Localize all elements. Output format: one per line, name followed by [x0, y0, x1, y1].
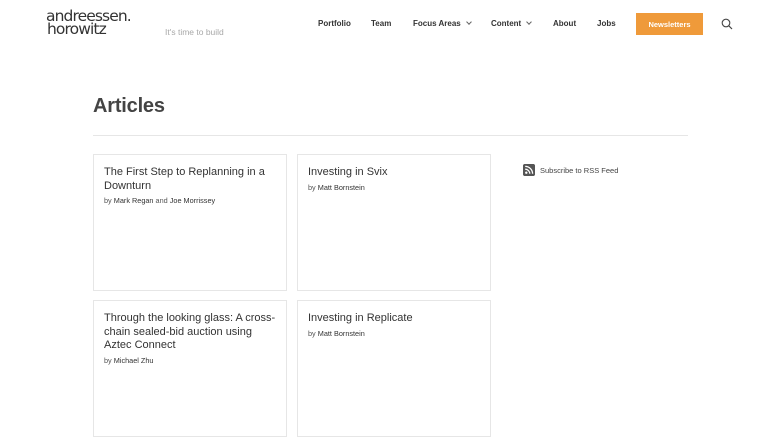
article-card[interactable]: Through the looking glass: A cross-chain…: [93, 300, 287, 437]
nav-jobs[interactable]: Jobs: [597, 19, 616, 28]
nav-label: About: [553, 19, 577, 28]
article-byline: by Matt Bornstein: [308, 329, 480, 338]
chevron-down-icon: [526, 19, 533, 25]
author-link[interactable]: Joe Morrissey: [170, 196, 215, 205]
by-label: by: [308, 328, 316, 338]
article-card[interactable]: Investing in Svix by Matt Bornstein: [297, 154, 491, 291]
nav-label: Jobs: [597, 19, 616, 28]
nav-content[interactable]: Content: [491, 19, 533, 28]
article-byline: by Matt Bornstein: [308, 183, 480, 192]
by-label: by: [104, 196, 112, 205]
article-card[interactable]: The First Step to Replanning in a Downtu…: [93, 154, 287, 291]
by-label: by: [308, 182, 316, 192]
article-title[interactable]: Through the looking glass: A cross-chain…: [104, 312, 276, 353]
article-title[interactable]: Investing in Svix: [308, 166, 480, 180]
author-link[interactable]: Matt Bornstein: [318, 329, 365, 338]
newsletters-button[interactable]: Newsletters: [636, 13, 703, 35]
author-link[interactable]: Michael Zhu: [114, 356, 154, 365]
article-title[interactable]: The First Step to Replanning in a Downtu…: [104, 166, 276, 193]
nav-label: Team: [371, 19, 392, 28]
search-icon[interactable]: [721, 18, 733, 30]
nav-label: Content: [491, 19, 522, 28]
article-title[interactable]: Investing in Replicate: [308, 312, 480, 326]
page-title: Articles: [93, 95, 165, 117]
author-link[interactable]: Mark Regan: [114, 196, 154, 205]
article-byline: by Mark Regan and Joe Morrissey: [104, 196, 276, 205]
nav-team[interactable]: Team: [371, 19, 391, 28]
article-card[interactable]: Investing in Replicate by Matt Bornstein: [297, 300, 491, 437]
rss-icon: [523, 164, 535, 176]
site-header: andreessen. horowitz It's time to build …: [0, 0, 780, 50]
nav-label: Focus Areas: [413, 19, 461, 28]
nav-focus-areas[interactable]: Focus Areas: [413, 19, 472, 28]
article-byline: by Michael Zhu: [104, 356, 276, 365]
by-label: by: [104, 355, 112, 365]
divider: [93, 135, 688, 136]
rss-subscribe-link[interactable]: Subscribe to RSS Feed: [523, 164, 618, 176]
chevron-down-icon: [465, 19, 472, 25]
nav-label: Portfolio: [318, 19, 351, 28]
nav-about[interactable]: About: [553, 19, 576, 28]
author-joiner: and: [155, 196, 168, 205]
rss-label: Subscribe to RSS Feed: [540, 165, 619, 175]
nav-portfolio[interactable]: Portfolio: [318, 19, 351, 28]
author-link[interactable]: Matt Bornstein: [318, 183, 365, 192]
